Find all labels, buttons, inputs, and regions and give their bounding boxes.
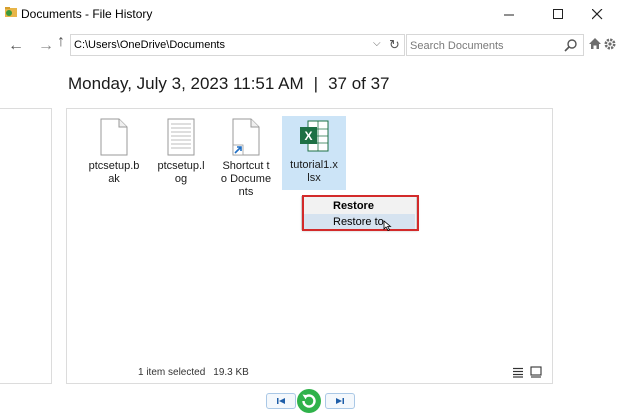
selection-size: 19.3 KB <box>213 367 249 378</box>
address-bar[interactable]: C:\Users\OneDrive\Documents ⌵ ↻ <box>70 34 405 56</box>
excel-file-icon: X <box>300 120 329 152</box>
navigation-bar: ← → ↑ C:\Users\OneDrive\Documents ⌵ ↻ <box>0 30 620 60</box>
gear-icon[interactable] <box>603 37 617 51</box>
search-icon[interactable] <box>564 38 578 52</box>
maximize-icon <box>552 8 563 19</box>
file-item-selected[interactable]: X tutorial1.xlsx <box>282 116 346 190</box>
refresh-icon[interactable]: ↻ <box>389 37 400 53</box>
snapshot-position: 37 of 37 <box>328 74 390 93</box>
home-icon[interactable] <box>588 37 602 50</box>
minimize-icon <box>503 14 514 15</box>
context-menu: Restore Restore to <box>301 196 417 230</box>
file-name: ptcsetup.bak <box>88 160 140 185</box>
navigation-pane[interactable] <box>0 108 52 384</box>
back-arrow-icon[interactable]: ← <box>8 37 24 55</box>
chevron-down-icon[interactable]: ⌵ <box>373 38 381 49</box>
blank-file-icon <box>100 118 128 156</box>
address-text[interactable]: C:\Users\OneDrive\Documents <box>74 39 225 51</box>
details-view-icon[interactable] <box>512 366 524 378</box>
up-arrow-icon[interactable]: ↑ <box>57 33 65 51</box>
shortcut-file-icon <box>232 118 260 156</box>
next-icon <box>336 398 344 404</box>
window-title: Documents - File History <box>21 7 153 21</box>
next-version-button[interactable] <box>325 393 355 409</box>
file-name: ptcsetup.log <box>157 160 205 185</box>
snapshot-header: Monday, July 3, 2023 11:51 AM | 37 of 37 <box>68 74 390 94</box>
file-item[interactable]: ptcsetup.bak <box>82 118 146 186</box>
menu-item-restore-to[interactable]: Restore to <box>303 214 415 230</box>
file-name: Shortcut to Documents <box>220 160 272 198</box>
header-separator: | <box>313 74 319 93</box>
svg-text:X: X <box>304 129 312 143</box>
close-icon <box>591 8 602 19</box>
mouse-cursor-icon <box>383 220 392 231</box>
previous-icon <box>277 398 285 404</box>
snapshot-date: Monday, July 3, 2023 11:51 AM <box>68 74 304 93</box>
restore-icon[interactable] <box>296 388 322 414</box>
file-name: tutorial1.xlsx <box>290 159 338 184</box>
selection-count: 1 item selected <box>138 367 206 378</box>
previous-version-button[interactable] <box>266 393 296 409</box>
large-icons-view-icon[interactable] <box>530 366 542 378</box>
file-item[interactable]: Shortcut to Documents <box>214 118 278 199</box>
text-file-icon <box>167 118 195 156</box>
title-bar: Documents - File History <box>0 0 620 28</box>
search-box[interactable] <box>406 34 584 56</box>
close-button[interactable] <box>574 0 620 28</box>
search-input[interactable] <box>410 38 560 53</box>
file-item[interactable]: ptcsetup.log <box>149 118 213 186</box>
minimize-button[interactable] <box>486 0 532 28</box>
menu-item-restore[interactable]: Restore <box>303 198 415 214</box>
forward-arrow-icon[interactable]: → <box>38 37 54 55</box>
status-bar: 1 item selected 19.3 KB <box>138 367 249 378</box>
file-history-icon <box>5 7 17 17</box>
